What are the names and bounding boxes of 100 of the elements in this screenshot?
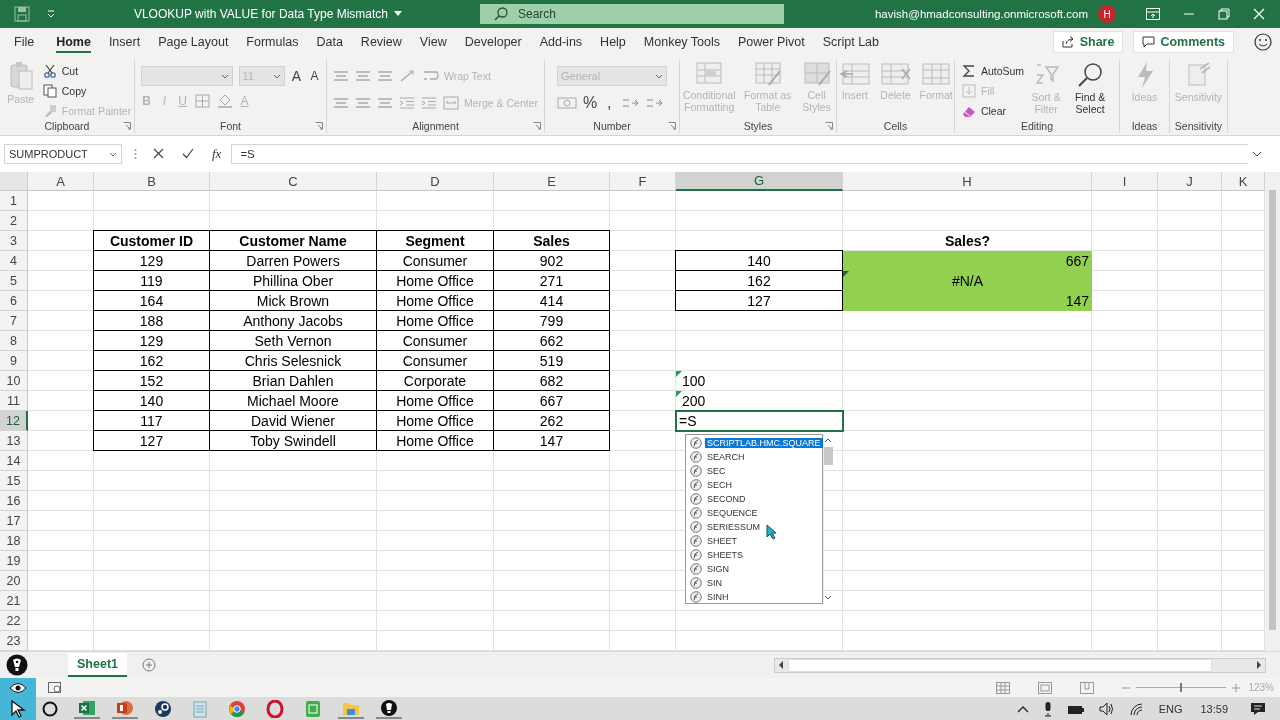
align-middle-button[interactable] bbox=[354, 69, 371, 82]
column-header[interactable]: E bbox=[494, 172, 610, 191]
enter-icon[interactable] bbox=[182, 148, 194, 159]
align-top-button[interactable] bbox=[332, 69, 349, 82]
percent-button[interactable]: % bbox=[583, 94, 598, 112]
insert-function-button[interactable]: fx bbox=[212, 145, 222, 162]
column-header[interactable]: I bbox=[1092, 172, 1158, 191]
ribbon-tab[interactable]: Data bbox=[307, 28, 352, 56]
column-header[interactable]: K bbox=[1222, 172, 1265, 191]
clear-button[interactable]: Clear bbox=[961, 101, 1025, 119]
scrollbar-thumb[interactable] bbox=[1269, 190, 1276, 630]
accounting-format-button[interactable] bbox=[557, 96, 577, 110]
speaker-icon[interactable] bbox=[1098, 702, 1115, 716]
close-icon[interactable] bbox=[1253, 8, 1265, 20]
scroll-down-icon[interactable] bbox=[824, 595, 833, 600]
column-header[interactable]: J bbox=[1158, 172, 1222, 191]
comments-button[interactable]: Comments bbox=[1133, 31, 1234, 53]
row-header[interactable]: 20 bbox=[0, 571, 28, 591]
row-header[interactable]: 22 bbox=[0, 611, 28, 631]
row-header[interactable]: 12 bbox=[0, 411, 28, 431]
error-indicator-icon[interactable] bbox=[676, 371, 682, 377]
align-bottom-button[interactable] bbox=[376, 69, 393, 82]
pen-nib-icon[interactable] bbox=[6, 654, 28, 676]
column-header[interactable]: G bbox=[676, 172, 843, 191]
row-header[interactable]: 5 bbox=[0, 271, 28, 291]
function-suggestion[interactable]: SINH bbox=[686, 590, 823, 604]
ribbon-tab[interactable]: Page Layout bbox=[149, 28, 238, 56]
microphone-icon[interactable] bbox=[1042, 701, 1053, 717]
row-header[interactable]: 1 bbox=[0, 191, 28, 211]
zoom-slider-thumb[interactable] bbox=[1180, 683, 1183, 692]
search-field[interactable]: Search bbox=[480, 4, 784, 24]
horizontal-scrollbar[interactable] bbox=[774, 657, 1266, 673]
zoom-in-icon[interactable] bbox=[1232, 683, 1241, 692]
presentation-app-icon[interactable] bbox=[112, 699, 138, 719]
ribbon-tab[interactable]: Formulas bbox=[237, 28, 308, 56]
row-header[interactable]: 9 bbox=[0, 351, 28, 371]
autosum-button[interactable]: AutoSum bbox=[961, 61, 1025, 80]
column-header[interactable]: C bbox=[210, 172, 377, 191]
avatar[interactable]: H bbox=[1098, 5, 1116, 23]
scroll-up-icon[interactable] bbox=[824, 438, 833, 443]
row-header[interactable]: 15 bbox=[0, 471, 28, 491]
align-right-button[interactable] bbox=[376, 96, 393, 109]
sheet-tab[interactable]: Sheet1 bbox=[68, 653, 127, 677]
macro-record-icon[interactable] bbox=[48, 681, 62, 694]
notification-icon[interactable] bbox=[1250, 702, 1266, 716]
fill-color-button[interactable] bbox=[216, 94, 233, 108]
scrollbar-thumb[interactable] bbox=[823, 447, 833, 465]
share-button[interactable]: Share bbox=[1052, 31, 1124, 53]
column-header[interactable]: F bbox=[610, 172, 676, 191]
pen-nib-icon[interactable] bbox=[376, 699, 402, 719]
shrink-font-button[interactable]: A bbox=[308, 69, 321, 83]
ribbon-tab[interactable]: Insert bbox=[99, 28, 150, 56]
row-header[interactable]: 4 bbox=[0, 251, 28, 271]
row-header[interactable]: 3 bbox=[0, 231, 28, 251]
row-header[interactable]: 13 bbox=[0, 431, 28, 451]
error-indicator-icon[interactable] bbox=[676, 391, 682, 397]
function-suggestion[interactable]: SECOND bbox=[686, 492, 823, 506]
add-sheet-icon[interactable] bbox=[142, 658, 156, 672]
row-header[interactable]: 14 bbox=[0, 451, 28, 471]
decrease-indent-button[interactable] bbox=[398, 96, 415, 109]
function-suggestion[interactable]: SEC bbox=[686, 464, 823, 478]
decrease-decimal-button[interactable] bbox=[645, 96, 664, 110]
ribbon-tab[interactable]: Monkey Tools bbox=[634, 28, 730, 56]
restore-icon[interactable] bbox=[1218, 8, 1230, 20]
column-header[interactable]: D bbox=[377, 172, 494, 191]
cut-button[interactable]: Cut bbox=[42, 61, 132, 80]
ribbon-tab[interactable]: Review bbox=[351, 28, 411, 56]
row-header[interactable]: 21 bbox=[0, 591, 28, 611]
row-header[interactable]: 10 bbox=[0, 371, 28, 391]
scrollbar[interactable] bbox=[822, 435, 833, 603]
ribbon-tab[interactable]: Help bbox=[591, 28, 635, 56]
expand-icon[interactable] bbox=[1252, 149, 1262, 158]
spreadsheet-app-icon[interactable] bbox=[74, 699, 100, 719]
wifi-icon[interactable] bbox=[1128, 702, 1145, 716]
scroll-left-icon[interactable] bbox=[778, 661, 784, 669]
function-suggestion[interactable]: SIGN bbox=[686, 562, 823, 576]
normal-view-icon[interactable] bbox=[996, 681, 1011, 694]
ribbon-tab[interactable]: View bbox=[410, 28, 456, 56]
drag-handle-icon[interactable] bbox=[134, 147, 137, 160]
page-break-view-icon[interactable] bbox=[1080, 681, 1095, 694]
function-suggestion[interactable]: SERIESSUM bbox=[686, 520, 823, 534]
page-layout-view-icon[interactable] bbox=[1038, 681, 1053, 694]
ribbon-display-icon[interactable] bbox=[1146, 8, 1160, 20]
chevron-up-icon[interactable] bbox=[1016, 705, 1029, 713]
eye-icon[interactable] bbox=[9, 681, 27, 694]
function-suggestion[interactable]: SHEET bbox=[686, 534, 823, 548]
comma-button[interactable]: , bbox=[603, 94, 616, 112]
align-center-button[interactable] bbox=[354, 96, 371, 109]
increase-decimal-button[interactable] bbox=[621, 96, 640, 110]
increase-indent-button[interactable] bbox=[420, 96, 437, 109]
function-suggestion[interactable]: SIN bbox=[686, 576, 823, 590]
row-header[interactable]: 17 bbox=[0, 511, 28, 531]
active-cell[interactable]: =S bbox=[676, 411, 843, 431]
align-left-button[interactable] bbox=[332, 96, 349, 109]
function-suggestion[interactable]: SEARCH bbox=[686, 450, 823, 464]
cancel-icon[interactable] bbox=[153, 148, 164, 159]
ribbon-tab[interactable]: Home bbox=[47, 28, 100, 56]
row-header[interactable]: 8 bbox=[0, 331, 28, 351]
function-suggestion[interactable]: SHEETS bbox=[686, 548, 823, 562]
function-suggestion[interactable]: SECH bbox=[686, 478, 823, 492]
